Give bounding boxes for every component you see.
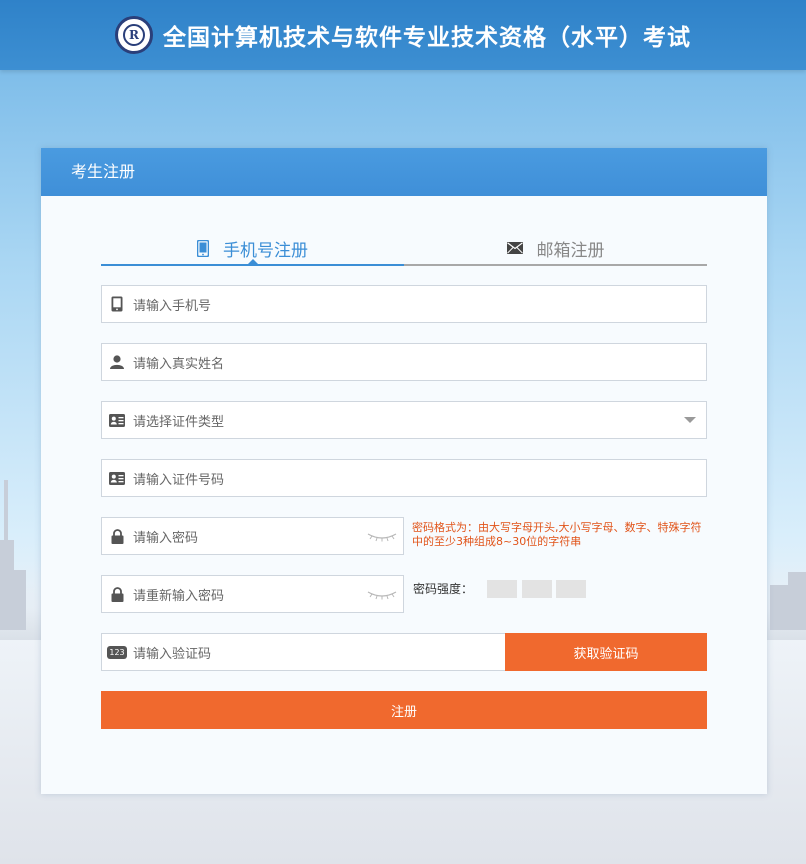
building-left-2 — [14, 570, 26, 630]
building-left — [0, 540, 14, 630]
eye-closed-icon[interactable] — [367, 527, 397, 546]
password-input[interactable]: 请输入密码 — [133, 527, 367, 546]
id-number-input[interactable]: 请输入证件号码 — [133, 469, 706, 488]
mobile-icon — [197, 239, 209, 257]
building-right — [788, 572, 806, 630]
strength-bar-medium — [522, 580, 552, 598]
password-field[interactable]: 请输入密码 — [101, 517, 404, 555]
password-confirm-input[interactable]: 请重新输入密码 — [133, 585, 367, 604]
name-field[interactable]: 请输入真实姓名 — [101, 343, 707, 381]
get-code-button[interactable]: 获取验证码 — [505, 633, 707, 671]
exam-logo: R — [115, 16, 153, 54]
logo-mark: R — [123, 24, 145, 46]
register-button[interactable]: 注册 — [101, 691, 707, 729]
envelope-icon — [506, 242, 523, 254]
site-header: R 全国计算机技术与软件专业技术资格（水平）考试 — [0, 0, 806, 70]
password-confirm-field[interactable]: 请重新输入密码 — [101, 575, 404, 613]
lock-icon — [103, 528, 131, 544]
mobile-icon — [103, 296, 131, 312]
name-input[interactable]: 请输入真实姓名 — [133, 353, 706, 372]
id-type-select[interactable]: 请选择证件类型 — [101, 401, 707, 439]
tab-email-label: 邮箱注册 — [536, 240, 605, 261]
site-title: 全国计算机技术与软件专业技术资格（水平）考试 — [163, 25, 691, 51]
password-format-hint: 密码格式为：由大写字母开头,大小写字母、数字、特殊字符中的至少3种组成8~30位… — [412, 521, 702, 548]
captcha-icon-text: 123 — [107, 645, 127, 659]
id-card-icon — [103, 471, 131, 485]
phone-field[interactable]: 请输入手机号 — [101, 285, 707, 323]
tab-email-register[interactable]: 邮箱注册 — [404, 232, 707, 266]
keypad-icon: 123 — [103, 645, 131, 659]
id-card-icon — [103, 413, 131, 427]
captcha-field[interactable]: 123 请输入验证码 — [101, 633, 506, 671]
building-right-2 — [770, 585, 788, 630]
strength-bar-weak — [487, 580, 517, 598]
password-strength-label: 密码强度： — [413, 582, 474, 596]
captcha-input[interactable]: 请输入验证码 — [133, 643, 505, 662]
lock-icon — [103, 586, 131, 602]
chevron-down-icon[interactable] — [684, 417, 696, 423]
card-title: 考生注册 — [41, 148, 767, 196]
phone-input[interactable]: 请输入手机号 — [133, 295, 706, 314]
tower-left — [4, 480, 8, 540]
tab-phone-register[interactable]: 手机号注册 — [101, 232, 404, 266]
tab-phone-label: 手机号注册 — [223, 240, 308, 261]
id-type-value: 请选择证件类型 — [133, 414, 225, 430]
registration-card: 考生注册 手机号注册 邮箱注册 请输入手机号 请输入真实姓名 请选择证件类型 请… — [41, 148, 767, 794]
id-number-field[interactable]: 请输入证件号码 — [101, 459, 707, 497]
registration-tabs: 手机号注册 邮箱注册 — [101, 232, 707, 266]
eye-closed-icon[interactable] — [367, 585, 397, 604]
user-icon — [103, 355, 131, 369]
strength-bar-strong — [556, 580, 586, 598]
